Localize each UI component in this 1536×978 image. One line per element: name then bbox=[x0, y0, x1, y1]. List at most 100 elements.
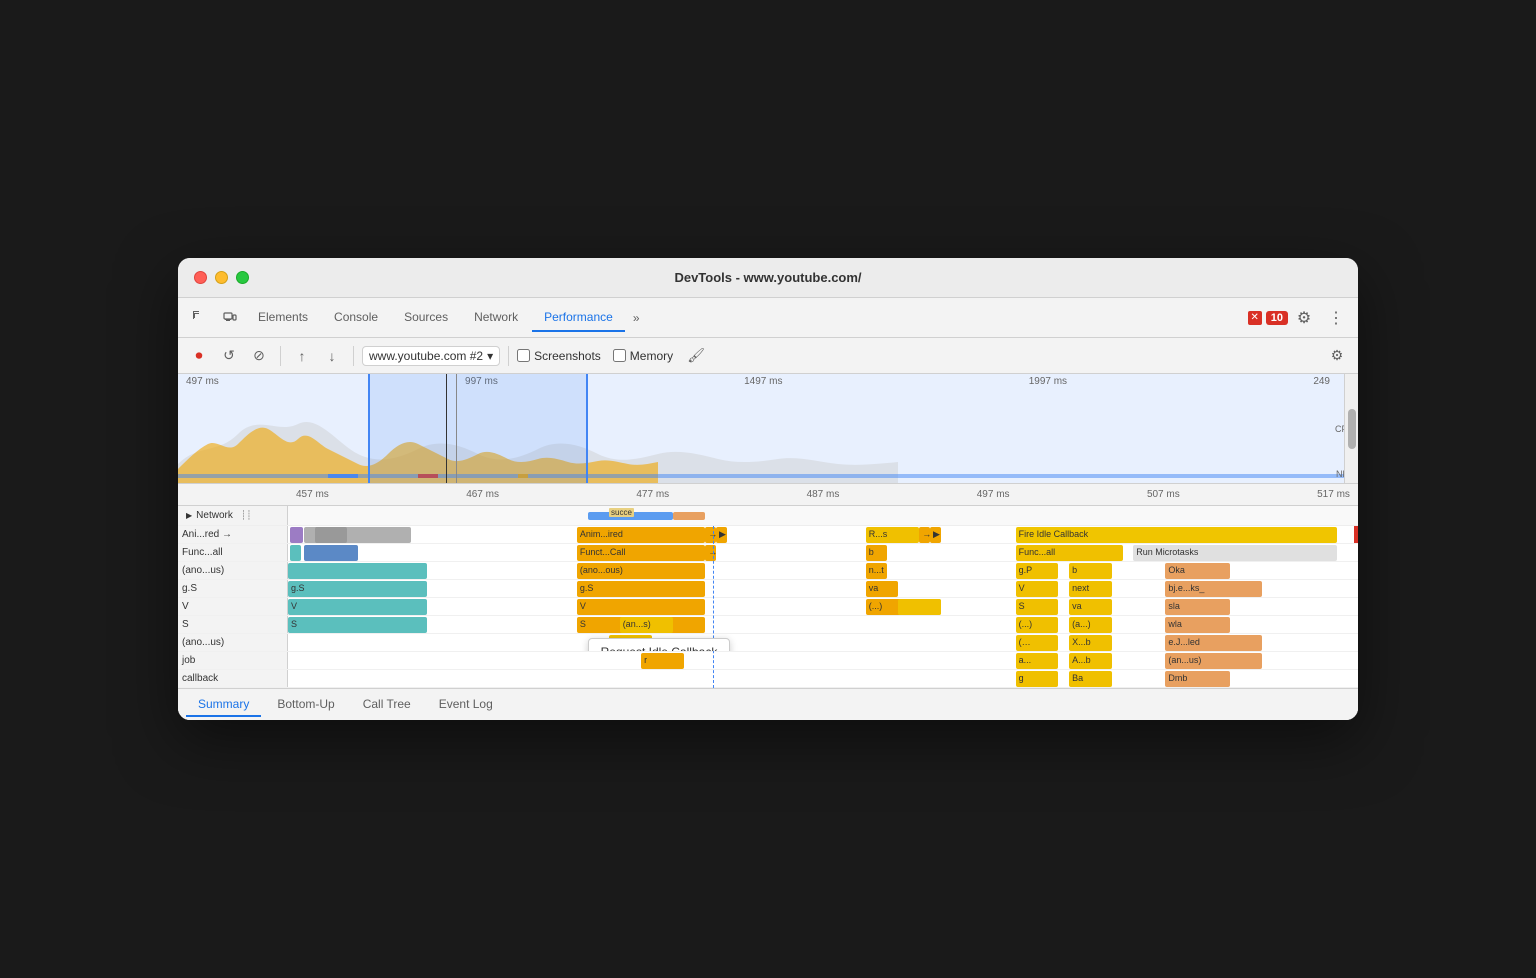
time-label-3: 1997 ms bbox=[1029, 376, 1067, 387]
flame-row-6: (ano...us) BaP (… X...b e.J...led Reques… bbox=[178, 634, 1358, 652]
reload-button[interactable]: ↺ bbox=[216, 343, 242, 369]
fc-block-1-1[interactable] bbox=[304, 545, 358, 561]
fc-block-1-0[interactable] bbox=[290, 545, 301, 561]
error-count: 10 bbox=[1266, 311, 1288, 325]
tab-summary[interactable]: Summary bbox=[186, 693, 261, 717]
error-indicator[interactable]: ✕ 10 bbox=[1248, 311, 1288, 325]
fc-block-4-4[interactable]: S bbox=[1016, 599, 1059, 615]
network-row-label: ▶ Network ┊┊ bbox=[178, 506, 288, 525]
tab-bottom-up[interactable]: Bottom-Up bbox=[265, 693, 346, 717]
time-label-0: 497 ms bbox=[186, 376, 219, 387]
window-title: DevTools - www.youtube.com/ bbox=[674, 270, 861, 285]
ruler-mark-4: 497 ms bbox=[977, 489, 1010, 500]
fc-block-8-1[interactable]: Ba bbox=[1069, 671, 1112, 687]
fc-block-1-4[interactable]: Func...all bbox=[1016, 545, 1123, 561]
more-options-icon[interactable]: ⋮ bbox=[1322, 304, 1350, 332]
fc-block-1-5[interactable]: Run Microtasks bbox=[1133, 545, 1336, 561]
network-expand-icon[interactable]: ▶ bbox=[186, 511, 192, 520]
fc-block-6-2[interactable]: X...b bbox=[1069, 635, 1112, 651]
tab-elements[interactable]: Elements bbox=[246, 304, 320, 332]
flame-row-1: Func...all Funct...Call → b Func...all R… bbox=[178, 544, 1358, 562]
fc-block-2-4[interactable]: b bbox=[1069, 563, 1112, 579]
timeline-overview[interactable]: 497 ms 997 ms 1497 ms 1997 ms 249 CPU NE… bbox=[178, 374, 1358, 484]
titlebar: DevTools - www.youtube.com/ bbox=[178, 258, 1358, 298]
fc-block-8-2[interactable]: Dmb bbox=[1165, 671, 1229, 687]
minimize-button[interactable] bbox=[215, 271, 228, 284]
upload-button[interactable]: ↑ bbox=[289, 343, 315, 369]
tab-more[interactable]: » bbox=[627, 307, 646, 329]
fc-block-8-0[interactable]: g bbox=[1016, 671, 1059, 687]
flame-content-6: BaP (… X...b e.J...led Request Idle Call… bbox=[288, 634, 1358, 651]
scrollbar-thumb[interactable] bbox=[1348, 409, 1356, 449]
download-button[interactable]: ↓ bbox=[319, 343, 345, 369]
fc-block-3-1[interactable]: g.S bbox=[577, 581, 705, 597]
fc-block-3-0[interactable]: g.S bbox=[288, 581, 427, 597]
fc-block-1-2[interactable]: Funct...Call bbox=[577, 545, 705, 561]
fc-block-5-2[interactable]: (an...s) bbox=[620, 617, 674, 633]
tab-network[interactable]: Network bbox=[462, 304, 530, 332]
traffic-lights bbox=[194, 271, 249, 284]
settings-icon[interactable]: ⚙ bbox=[1290, 304, 1318, 332]
label-text-0: Ani...red → bbox=[182, 529, 232, 540]
bottom-tabbar: Summary Bottom-Up Call Tree Event Log bbox=[178, 688, 1358, 720]
flame-label-4: V bbox=[178, 598, 288, 615]
fc-block-4-6[interactable]: sla bbox=[1165, 599, 1229, 615]
tab-performance[interactable]: Performance bbox=[532, 304, 625, 332]
flame-row-4: V V V (...) S va sla bbox=[178, 598, 1358, 616]
tab-event-log[interactable]: Event Log bbox=[427, 693, 505, 717]
ruler-marks: 457 ms 467 ms 477 ms 487 ms 497 ms 507 m… bbox=[296, 489, 1350, 500]
fc-block-7-3[interactable]: (an...us) bbox=[1165, 653, 1261, 669]
fc-block-7-1[interactable]: a... bbox=[1016, 653, 1059, 669]
close-button[interactable] bbox=[194, 271, 207, 284]
fc-block-3-3[interactable]: V bbox=[1016, 581, 1059, 597]
fc-block-0-0[interactable] bbox=[290, 527, 303, 543]
fc-block-4-1[interactable]: V bbox=[577, 599, 705, 615]
perf-settings-icon[interactable]: ⚙ bbox=[1324, 343, 1350, 369]
network-label-text: Network bbox=[196, 510, 233, 521]
fc-block-7-2[interactable]: A...b bbox=[1069, 653, 1112, 669]
fc-block-0-2[interactable] bbox=[315, 527, 347, 543]
tab-call-tree[interactable]: Call Tree bbox=[351, 693, 423, 717]
fc-block-2-0[interactable] bbox=[288, 563, 427, 579]
devtools-panel: Elements Console Sources Network Perform… bbox=[178, 298, 1358, 720]
fc-block-3-4[interactable]: next bbox=[1069, 581, 1112, 597]
flame-chart: Ani...red → Anim...ired → ▶ R...s → ▶ Fi… bbox=[178, 526, 1358, 688]
fc-block-1-3[interactable]: b bbox=[866, 545, 887, 561]
fc-block-5-5[interactable]: wla bbox=[1165, 617, 1229, 633]
maximize-button[interactable] bbox=[236, 271, 249, 284]
screenshots-label: Screenshots bbox=[534, 349, 601, 363]
fc-block-5-0[interactable]: S bbox=[288, 617, 427, 633]
fc-block-3-2[interactable]: va bbox=[866, 581, 898, 597]
fc-block-0-5[interactable]: Fire Idle Callback bbox=[1016, 527, 1337, 543]
record-button[interactable]: ⏺ bbox=[186, 343, 212, 369]
fc-block-2-2[interactable]: n...t bbox=[866, 563, 887, 579]
fc-block-2-3[interactable]: g.P bbox=[1016, 563, 1059, 579]
fc-block-0-arr4: ▶ bbox=[930, 527, 941, 543]
fc-block-6-3[interactable]: e.J...led bbox=[1165, 635, 1261, 651]
tab-sources[interactable]: Sources bbox=[392, 304, 460, 332]
screenshots-checkbox[interactable] bbox=[517, 349, 530, 362]
memory-checkbox[interactable] bbox=[613, 349, 626, 362]
fc-block-6-1[interactable]: (… bbox=[1016, 635, 1059, 651]
flame-content-7: r a... A...b (an...us) bbox=[288, 652, 1358, 669]
device-icon[interactable] bbox=[216, 304, 244, 332]
fc-block-4-box[interactable] bbox=[909, 599, 941, 615]
fc-block-4-5[interactable]: va bbox=[1069, 599, 1112, 615]
fc-block-2-1[interactable]: (ano...ous) bbox=[577, 563, 705, 579]
fc-block-0-3[interactable]: Anim...ired bbox=[577, 527, 705, 543]
fc-block-5-3[interactable]: (...) bbox=[1016, 617, 1059, 633]
cursor-icon[interactable] bbox=[186, 304, 214, 332]
timeline-selection[interactable] bbox=[368, 374, 588, 483]
overview-scrollbar[interactable] bbox=[1344, 374, 1358, 483]
clear-button[interactable]: ⊘ bbox=[246, 343, 272, 369]
flame-content-8: g Ba Dmb bbox=[288, 670, 1358, 687]
fc-block-7-0[interactable]: r bbox=[641, 653, 684, 669]
fc-block-2-5[interactable]: Oka bbox=[1165, 563, 1229, 579]
tab-console[interactable]: Console bbox=[322, 304, 390, 332]
fc-block-0-4[interactable]: R...s bbox=[866, 527, 920, 543]
url-select[interactable]: www.youtube.com #2 ▾ bbox=[362, 346, 500, 366]
fc-block-3-5[interactable]: bj.e...ks_ bbox=[1165, 581, 1261, 597]
fc-block-5-4[interactable]: (a...) bbox=[1069, 617, 1112, 633]
brush-icon[interactable]: 🖌 bbox=[683, 343, 709, 369]
fc-block-4-0[interactable]: V bbox=[288, 599, 427, 615]
